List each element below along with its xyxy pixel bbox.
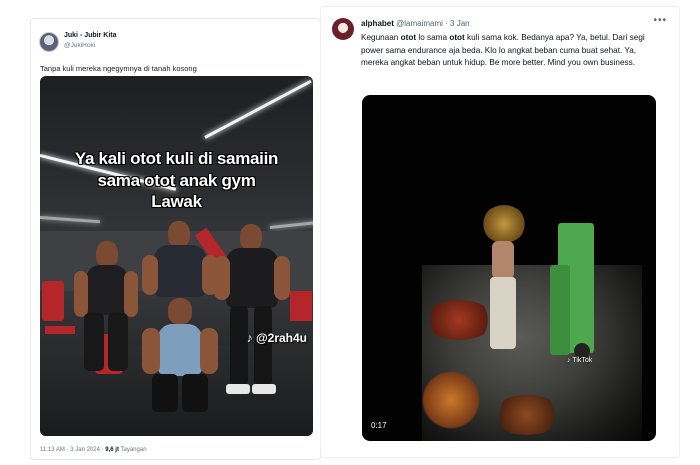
avatar[interactable] — [332, 18, 354, 40]
truck-cab — [550, 265, 570, 355]
text-run: Kegunaan — [361, 33, 401, 42]
tiktok-icon: ♪ — [246, 331, 253, 345]
more-options-icon[interactable]: ••• — [653, 15, 667, 26]
video-caption-line: sama otot anak gym — [97, 171, 256, 190]
palm-fruit-pile — [422, 370, 480, 430]
video-caption-line: Ya kali otot kuli di samaiin — [74, 149, 279, 168]
ceiling-light — [269, 220, 313, 229]
watermark-handle: @2rah4u — [255, 331, 307, 345]
ceiling-light — [40, 216, 100, 224]
tweet-text: Tanpa kuli mereka ngegymnya di tanah kos… — [40, 64, 197, 73]
tweet-text: Kegunaan otot lo sama otot kuli sama kok… — [361, 32, 646, 70]
fruit-bunch-on-head — [482, 205, 526, 243]
tweet-card-right[interactable]: alphabet @lamaimami · 3 Jan ••• Kegunaan… — [320, 6, 680, 458]
views-label: Tayangan — [118, 447, 147, 453]
tweet-card-left[interactable]: Juki - Jubir Kita @JukiHoki Tanpa kuli m… — [30, 18, 321, 460]
tweet-date[interactable]: · 3 Jan — [445, 19, 469, 28]
author-line: alphabet @lamaimami · 3 Jan — [361, 19, 470, 28]
video-caption-line: Lawak — [151, 192, 202, 211]
palm-fruit-pile — [492, 395, 562, 435]
tweet-video-gym[interactable]: Ya kali otot kuli di samaiin sama otot a… — [40, 76, 313, 436]
author-name[interactable]: alphabet — [361, 19, 394, 28]
watermark-text: TikTok — [572, 357, 593, 364]
text-run-bold: otot — [449, 33, 465, 42]
gym-equipment — [42, 281, 64, 321]
text-run-bold: otot — [400, 33, 417, 42]
author-handle[interactable]: @JukiHoki — [64, 42, 95, 49]
worker — [480, 205, 530, 365]
author-name[interactable]: Juki - Jubir Kita — [64, 32, 117, 39]
tiktok-icon: ♪ — [567, 357, 571, 364]
video-tiktok-watermark: ♪ TikTok — [567, 357, 592, 364]
tweet-meta: 11:13 AM · 3 Jan 2024 · 9,6 jt Tayangan — [40, 447, 147, 453]
video-watermark: ♪ @2rah4u — [247, 331, 307, 345]
ceiling-light — [204, 79, 312, 139]
video-timestamp: 0:17 — [371, 421, 387, 430]
avatar[interactable] — [39, 32, 59, 52]
tweet-video-worker[interactable]: ♪ TikTok 0:17 — [362, 95, 656, 441]
timestamp[interactable]: 11:13 AM · 3 Jan 2024 · — [40, 447, 105, 453]
text-run: lo sama — [416, 33, 450, 42]
author-handle[interactable]: @lamaimami — [396, 19, 443, 28]
gym-equipment — [45, 326, 75, 334]
gym-equipment — [290, 291, 312, 321]
views-count: 9,6 jt — [105, 447, 119, 453]
